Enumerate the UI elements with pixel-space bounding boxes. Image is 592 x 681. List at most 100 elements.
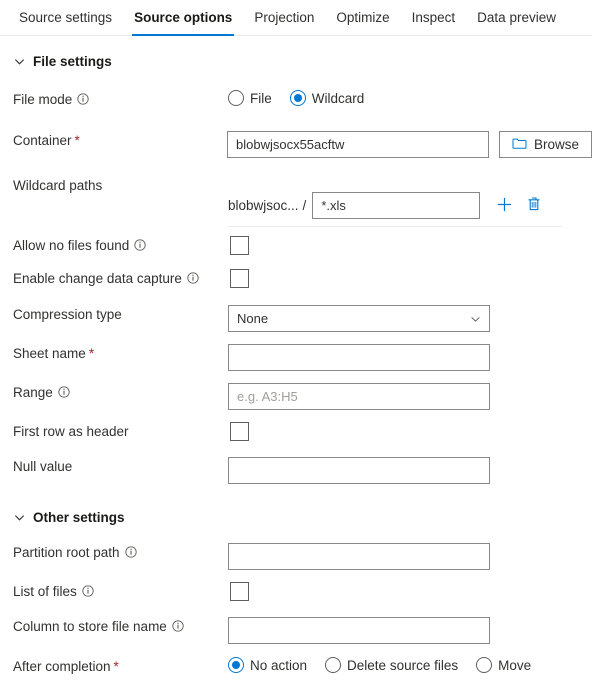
radio-file-mode-wildcard[interactable]: Wildcard	[289, 90, 364, 106]
compression-type-value: None	[237, 311, 269, 326]
radio-label: File	[250, 90, 272, 106]
label-after-completion: After completion *	[0, 657, 215, 677]
null-value-input[interactable]	[228, 457, 490, 484]
folder-icon	[512, 137, 527, 153]
label-text: Compression type	[13, 307, 122, 322]
info-icon[interactable]	[134, 237, 146, 251]
label-compression-type: Compression type	[0, 305, 215, 325]
tab-optimize[interactable]: Optimize	[325, 0, 400, 35]
label-text: Wildcard paths	[13, 178, 103, 193]
radio-indicator	[325, 657, 342, 673]
info-icon[interactable]	[82, 583, 94, 597]
control-range	[215, 383, 592, 410]
wildcard-path-separator: /	[302, 198, 307, 213]
row-allow-no-files-found: Allow no files found	[0, 236, 592, 260]
allow-no-files-found-checkbox[interactable]	[230, 236, 249, 255]
radio-indicator	[228, 657, 244, 673]
radio-indicator	[228, 90, 244, 106]
row-after-completion: After completion * No action Delete sour…	[0, 657, 592, 681]
enable-change-data-capture-checkbox[interactable]	[230, 269, 249, 288]
tab-bar: Source settings Source options Projectio…	[0, 0, 592, 36]
row-container: Container * Browse	[0, 131, 592, 158]
required-marker: *	[113, 659, 119, 674]
tab-label: Source options	[134, 10, 233, 25]
compression-type-select[interactable]: None	[228, 305, 490, 332]
info-icon[interactable]	[58, 384, 70, 398]
trash-icon	[526, 196, 542, 215]
row-range: Range	[0, 383, 592, 410]
label-text: Range	[13, 385, 53, 400]
label-partition-root-path: Partition root path	[0, 543, 215, 563]
radio-after-completion-no-action[interactable]: No action	[228, 657, 307, 673]
tab-data-preview[interactable]: Data preview	[466, 0, 567, 35]
partition-root-path-input[interactable]	[228, 543, 490, 570]
delete-wildcard-path-button[interactable]	[522, 194, 546, 218]
required-marker: *	[88, 346, 95, 361]
radio-after-completion-delete-source-files[interactable]: Delete source files	[325, 657, 458, 673]
sheet-name-input[interactable]	[228, 344, 490, 371]
control-after-completion: No action Delete source files Move	[215, 657, 592, 673]
label-null-value: Null value	[0, 457, 215, 477]
label-list-of-files: List of files	[0, 582, 215, 602]
info-icon[interactable]	[172, 618, 184, 632]
tab-label: Projection	[254, 10, 315, 25]
label-range: Range	[0, 383, 215, 403]
column-to-store-file-name-input[interactable]	[228, 617, 490, 644]
radio-indicator	[476, 657, 493, 673]
label-text: Null value	[13, 459, 73, 474]
required-marker: *	[74, 133, 80, 148]
container-input[interactable]	[226, 131, 489, 158]
tab-projection[interactable]: Projection	[243, 0, 325, 35]
tab-inspect[interactable]: Inspect	[401, 0, 467, 35]
radio-label: Delete source files	[347, 657, 459, 673]
range-input[interactable]	[228, 383, 490, 410]
tab-label: Optimize	[336, 10, 390, 25]
wildcard-paths-divider	[228, 226, 562, 227]
label-sheet-name: Sheet name *	[0, 344, 215, 364]
label-file-mode: File mode	[0, 90, 215, 110]
source-options-form: File settings File mode File Wildcard Co…	[0, 46, 592, 681]
control-wildcard-paths: blobwjsoc... /	[215, 174, 592, 219]
tab-label: Data preview	[477, 10, 556, 25]
chevron-down-icon	[13, 55, 25, 67]
radio-after-completion-move[interactable]: Move	[476, 657, 531, 673]
row-first-row-as-header: First row as header	[0, 422, 592, 446]
section-header-file-settings[interactable]: File settings	[0, 46, 592, 76]
label-text: Container	[13, 133, 72, 148]
control-list-of-files	[215, 582, 592, 601]
info-icon[interactable]	[124, 544, 137, 558]
wildcard-path-input[interactable]	[312, 192, 481, 219]
radio-label: No action	[250, 657, 308, 673]
label-text: First row as header	[13, 424, 129, 439]
section-header-other-settings[interactable]: Other settings	[0, 502, 592, 532]
row-null-value: Null value	[0, 457, 592, 484]
info-icon[interactable]	[77, 91, 89, 105]
browse-button[interactable]: Browse	[498, 131, 592, 158]
control-compression-type: None	[215, 305, 592, 332]
row-column-to-store-file-name: Column to store file name	[0, 617, 592, 644]
info-icon[interactable]	[187, 270, 199, 284]
control-allow-no-files-found	[215, 236, 592, 255]
label-enable-change-data-capture: Enable change data capture	[0, 269, 215, 289]
row-file-mode: File mode File Wildcard	[0, 90, 592, 114]
control-enable-change-data-capture	[215, 269, 592, 288]
row-compression-type: Compression type None	[0, 305, 592, 332]
section-title: Other settings	[33, 509, 125, 525]
control-column-to-store-file-name	[215, 617, 592, 644]
list-of-files-checkbox[interactable]	[230, 582, 249, 601]
wildcard-path-prefix: blobwjsoc...	[228, 198, 299, 213]
radio-label: Move	[498, 657, 532, 673]
radio-indicator	[289, 90, 306, 106]
tab-source-options[interactable]: Source options	[123, 0, 243, 36]
label-column-to-store-file-name: Column to store file name	[0, 617, 215, 637]
label-container: Container *	[0, 131, 214, 151]
tab-source-settings[interactable]: Source settings	[8, 0, 123, 35]
radio-file-mode-file[interactable]: File	[228, 90, 272, 106]
chevron-down-icon	[470, 313, 481, 324]
label-text: List of files	[13, 584, 77, 599]
control-sheet-name	[215, 344, 592, 371]
row-list-of-files: List of files	[0, 582, 592, 606]
first-row-as-header-checkbox[interactable]	[230, 422, 249, 441]
tab-label: Inspect	[411, 10, 456, 25]
add-wildcard-path-button[interactable]	[492, 194, 516, 218]
